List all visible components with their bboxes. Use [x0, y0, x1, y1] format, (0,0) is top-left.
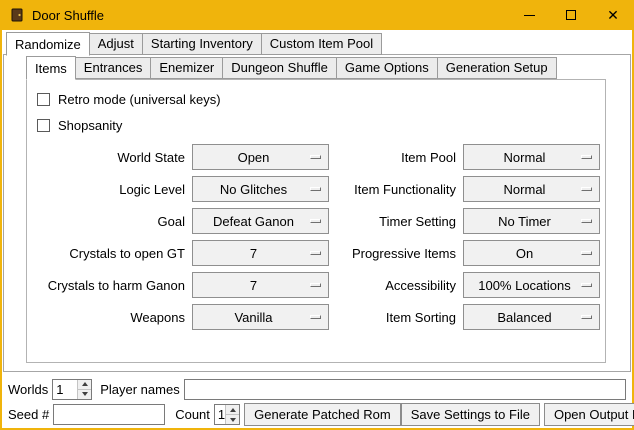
- goal-dropdown[interactable]: Defeat Ganon: [192, 208, 329, 234]
- crystals-ganon-label: Crystals to harm Ganon: [39, 278, 187, 293]
- player-names-input[interactable]: [184, 379, 626, 400]
- seed-label: Seed #: [8, 407, 49, 422]
- retro-mode-checkbox[interactable]: [37, 93, 50, 106]
- player-names-label: Player names: [100, 382, 179, 397]
- app-window: Door Shuffle ✕ Randomize Adjust Starting…: [0, 0, 634, 430]
- dropdown-indicator-icon: [581, 155, 592, 159]
- tab-dungeon-shuffle[interactable]: Dungeon Shuffle: [222, 57, 337, 79]
- retro-mode-row: Retro mode (universal keys): [37, 86, 595, 112]
- count-stepper[interactable]: 1: [214, 404, 240, 425]
- titlebar: Door Shuffle ✕: [0, 0, 634, 30]
- open-output-directory-button[interactable]: Open Output Directory: [544, 403, 634, 426]
- weapons-dropdown[interactable]: Vanilla: [192, 304, 329, 330]
- crystals-gt-label: Crystals to open GT: [39, 246, 187, 261]
- spinner-down-icon[interactable]: [78, 390, 91, 399]
- shopsanity-label: Shopsanity: [58, 118, 122, 133]
- item-pool-dropdown[interactable]: Normal: [463, 144, 600, 170]
- minimize-icon: [524, 15, 535, 16]
- options-grid: World State Open Item Pool Normal Logic …: [39, 144, 595, 330]
- progressive-items-dropdown[interactable]: On: [463, 240, 600, 266]
- goal-label: Goal: [39, 214, 187, 229]
- main-tab-bar: Randomize Adjust Starting Inventory Cust…: [2, 30, 632, 55]
- accessibility-label: Accessibility: [334, 278, 458, 293]
- window-content: Randomize Adjust Starting Inventory Cust…: [2, 30, 632, 428]
- tab-items[interactable]: Items: [26, 56, 76, 80]
- progressive-items-label: Progressive Items: [334, 246, 458, 261]
- dropdown-indicator-icon: [581, 187, 592, 191]
- logic-level-label: Logic Level: [39, 182, 187, 197]
- dropdown-indicator-icon: [310, 283, 321, 287]
- dropdown-indicator-icon: [581, 251, 592, 255]
- maximize-button[interactable]: [550, 0, 592, 30]
- dropdown-indicator-icon: [581, 283, 592, 287]
- minimize-button[interactable]: [508, 0, 550, 30]
- app-icon: [9, 7, 25, 23]
- dropdown-indicator-icon: [310, 219, 321, 223]
- seed-input[interactable]: [53, 404, 165, 425]
- spinner-up-icon[interactable]: [78, 380, 91, 390]
- item-functionality-dropdown[interactable]: Normal: [463, 176, 600, 202]
- tab-adjust[interactable]: Adjust: [89, 33, 143, 55]
- generate-patched-rom-button[interactable]: Generate Patched Rom: [244, 403, 401, 426]
- timer-setting-dropdown[interactable]: No Timer: [463, 208, 600, 234]
- worlds-stepper[interactable]: 1: [52, 379, 92, 400]
- items-pane: Retro mode (universal keys) Shopsanity W…: [26, 79, 606, 363]
- dropdown-indicator-icon: [581, 219, 592, 223]
- worlds-row: Worlds 1 Player names: [8, 378, 626, 400]
- dropdown-indicator-icon: [581, 315, 592, 319]
- weapons-label: Weapons: [39, 310, 187, 325]
- dropdown-indicator-icon: [310, 155, 321, 159]
- retro-mode-label: Retro mode (universal keys): [58, 92, 221, 107]
- tab-entrances[interactable]: Entrances: [75, 57, 152, 79]
- maximize-icon: [566, 10, 576, 20]
- spinner-down-icon[interactable]: [226, 415, 239, 424]
- seed-row: Seed # Count 1 Generate Patched Rom Save…: [8, 403, 626, 426]
- close-icon: ✕: [607, 8, 619, 22]
- crystals-gt-dropdown[interactable]: 7: [192, 240, 329, 266]
- dropdown-indicator-icon: [310, 315, 321, 319]
- spinner-up-icon[interactable]: [226, 405, 239, 415]
- save-settings-button[interactable]: Save Settings to File: [401, 403, 540, 426]
- item-pool-label: Item Pool: [334, 150, 458, 165]
- window-title: Door Shuffle: [32, 8, 104, 23]
- tab-generation-setup[interactable]: Generation Setup: [437, 57, 557, 79]
- close-button[interactable]: ✕: [592, 0, 634, 30]
- item-sorting-label: Item Sorting: [334, 310, 458, 325]
- tab-randomize[interactable]: Randomize: [6, 32, 90, 56]
- logic-level-dropdown[interactable]: No Glitches: [192, 176, 329, 202]
- crystals-ganon-dropdown[interactable]: 7: [192, 272, 329, 298]
- dropdown-indicator-icon: [310, 251, 321, 255]
- worlds-label: Worlds: [8, 382, 48, 397]
- sub-tab-bar: Items Entrances Enemizer Dungeon Shuffle…: [4, 55, 630, 79]
- count-label: Count: [175, 407, 210, 422]
- window-controls: ✕: [508, 0, 634, 30]
- dropdown-indicator-icon: [310, 187, 321, 191]
- world-state-dropdown[interactable]: Open: [192, 144, 329, 170]
- randomize-pane: Items Entrances Enemizer Dungeon Shuffle…: [3, 54, 631, 372]
- tab-custom-item-pool[interactable]: Custom Item Pool: [261, 33, 382, 55]
- shopsanity-checkbox[interactable]: [37, 119, 50, 132]
- timer-setting-label: Timer Setting: [334, 214, 458, 229]
- world-state-label: World State: [39, 150, 187, 165]
- accessibility-dropdown[interactable]: 100% Locations: [463, 272, 600, 298]
- tab-starting-inventory[interactable]: Starting Inventory: [142, 33, 262, 55]
- item-sorting-dropdown[interactable]: Balanced: [463, 304, 600, 330]
- tab-enemizer[interactable]: Enemizer: [150, 57, 223, 79]
- item-functionality-label: Item Functionality: [334, 182, 458, 197]
- shopsanity-row: Shopsanity: [37, 112, 595, 138]
- tab-game-options[interactable]: Game Options: [336, 57, 438, 79]
